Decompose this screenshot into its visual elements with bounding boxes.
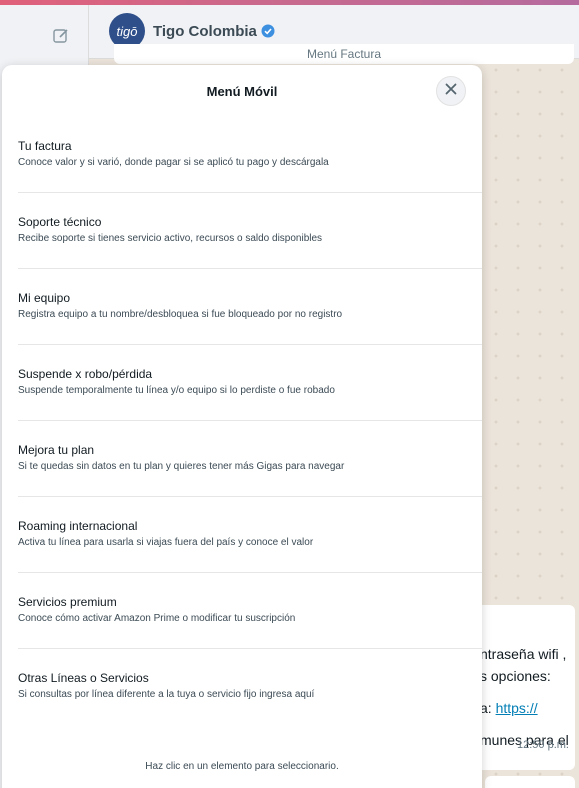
selection-hint: Haz clic en un elemento para seleccionar… <box>145 761 339 772</box>
menu-item-title: Servicios premium <box>18 595 117 609</box>
menu-item-description: Registra equipo a tu nombre/desbloquea s… <box>18 309 343 320</box>
menu-item-title: Roaming internacional <box>18 519 138 533</box>
contact-name-text: Tigo Colombia <box>153 23 257 40</box>
contact-name[interactable]: Tigo Colombia <box>153 23 275 40</box>
menu-item-otras-lineas[interactable]: Otras Líneas o Servicios Si consultas po… <box>18 649 482 725</box>
menu-item-mi-equipo[interactable]: Mi equipo Registra equipo a tu nombre/de… <box>18 269 482 345</box>
message-line: ntraseña wifi , <box>480 646 567 662</box>
menu-item-mejora-tu-plan[interactable]: Mejora tu plan Si te quedas sin datos en… <box>18 421 482 497</box>
menu-item-description: Recibe soporte si tienes servicio activo… <box>18 233 323 244</box>
close-icon <box>445 82 457 100</box>
menu-list: Tu factura Conoce valor y si varió, dond… <box>18 117 482 725</box>
menu-modal: Menú Móvil Tu factura Conoce valor y si … <box>2 65 482 788</box>
menu-item-description: Si consultas por línea diferente a la tu… <box>18 689 315 700</box>
menu-item-tu-factura[interactable]: Tu factura Conoce valor y si varió, dond… <box>18 117 482 193</box>
modal-title: Menú Móvil <box>206 84 278 99</box>
menu-item-title: Soporte técnico <box>18 215 102 229</box>
menu-item-title: Otras Líneas o Servicios <box>18 671 149 685</box>
menu-item-servicios-premium[interactable]: Servicios premium Conoce cómo activar Am… <box>18 573 482 649</box>
menu-item-soporte-tecnico[interactable]: Soporte técnico Recibe soporte si tienes… <box>18 193 482 269</box>
menu-item-description: Suspende temporalmente tu línea y/o equi… <box>18 385 335 396</box>
menu-item-title: Tu factura <box>18 139 72 153</box>
message-link[interactable]: https:// <box>496 700 538 716</box>
menu-item-title: Suspende x robo/pérdida <box>18 367 153 381</box>
menu-item-title: Mi equipo <box>18 291 71 305</box>
message-line: s opciones: <box>480 668 551 684</box>
next-message-bubble <box>485 776 575 788</box>
menu-item-description: Activa tu línea para usarla si viajas fu… <box>18 537 314 548</box>
menu-item-roaming-internacional[interactable]: Roaming internacional Activa tu línea pa… <box>18 497 482 573</box>
menu-item-title: Mejora tu plan <box>18 443 95 457</box>
message-timestamp: 12:50 p.m. <box>517 739 569 751</box>
pinned-message[interactable]: Menú Factura <box>114 44 574 64</box>
menu-item-description: Si te quedas sin datos en tu plan y quie… <box>18 461 345 472</box>
menu-item-description: Conoce cómo activar Amazon Prime o modif… <box>18 613 296 624</box>
menu-item-description: Conoce valor y si varió, donde pagar si … <box>18 157 329 168</box>
close-button[interactable] <box>436 76 466 106</box>
verified-badge-icon <box>261 24 275 38</box>
message-line: a: https:// <box>480 697 565 719</box>
new-chat-icon[interactable] <box>52 27 70 45</box>
message-link-prefix: a: <box>480 700 496 716</box>
menu-item-suspende-robo-perdida[interactable]: Suspende x robo/pérdida Suspende tempora… <box>18 345 482 421</box>
